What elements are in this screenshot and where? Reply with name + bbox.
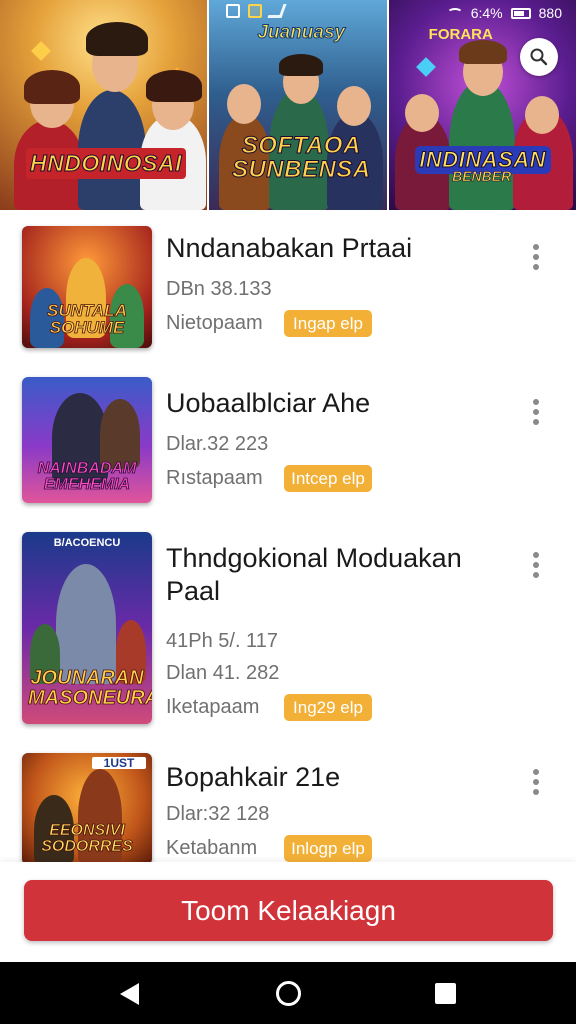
status-bar: 6:4% 880	[386, 0, 576, 26]
thumbnail-title: NAINBADAM ЕМЕНЕМІА	[37, 460, 137, 493]
game-meta: Dlar:32 128	[166, 803, 270, 825]
game-title[interactable]: Thndgokional Moduakan Paal	[166, 542, 506, 608]
home-icon[interactable]	[276, 981, 301, 1006]
character-figure	[100, 399, 140, 469]
system-navigation-bar	[0, 962, 576, 1024]
signal-icon	[267, 4, 287, 18]
list-item[interactable]: NAINBADAM ЕМЕНЕМІА Uobaalblciar Ahe Dlar…	[0, 365, 576, 515]
more-options-icon[interactable]	[531, 769, 541, 795]
thumbnail-top-label: B/ACOENCU	[53, 537, 121, 549]
status-time: 6:4%	[470, 5, 503, 21]
search-icon	[530, 48, 548, 66]
banner-panel-3[interactable]: FORARA INDINASAN BENBER	[388, 0, 576, 210]
status-battery: 880	[538, 5, 562, 21]
game-meta-secondary: Dlan 41. 282	[166, 662, 280, 684]
character-figure	[56, 564, 116, 684]
character-hair	[458, 40, 507, 64]
character-hair	[24, 70, 80, 104]
thumbnail-title: EEONSIVI SODORRES	[41, 822, 133, 855]
game-category: Rıstapaam	[166, 467, 263, 489]
character-head	[524, 96, 559, 134]
game-meta: DBn 38.133	[166, 278, 272, 300]
game-category: Ketabanm	[166, 837, 258, 859]
bottom-action-bar: Toom Kelaakiagn	[0, 862, 576, 962]
hero-banner[interactable]: HNDOINOSAI Juanuasy SOFTAOA SUNBENSA FOR…	[0, 0, 576, 210]
game-title[interactable]: Bopahkair 21e	[166, 761, 506, 794]
character-hair	[86, 22, 148, 56]
notification-icon	[226, 4, 240, 18]
status-badge[interactable]: Inlogp elp	[284, 835, 372, 862]
banner-title: SOFTAOA SUNBENSA	[231, 132, 371, 183]
game-category: Nietopaam	[166, 312, 263, 334]
list-item[interactable]: 1UST EEONSIVI SODORRES Bopahkair 21e Dla…	[0, 745, 576, 862]
status-badge[interactable]: Ingap elp	[284, 310, 372, 337]
sparkle-decoration	[31, 41, 51, 61]
game-thumbnail[interactable]: SUNTALA SOHUME	[22, 226, 152, 348]
banner-panel-2[interactable]: Juanuasy SOFTAOA SUNBENSA	[209, 0, 387, 210]
sparkle-decoration	[415, 57, 436, 77]
notification-icon	[248, 4, 262, 18]
game-meta: 41Ph 5/. 117	[166, 630, 278, 652]
character-hair	[146, 70, 202, 102]
list-item[interactable]: B/ACOENCU JOUNARAN MASONEURA Thndgokiona…	[0, 520, 576, 740]
character-hair	[279, 54, 324, 76]
back-icon[interactable]	[120, 983, 139, 1005]
recent-apps-icon[interactable]	[435, 983, 456, 1004]
game-thumbnail[interactable]: NAINBADAM ЕМЕНЕМІА	[22, 377, 152, 503]
thumbnail-top-label: 1UST	[92, 757, 146, 769]
more-options-icon[interactable]	[531, 552, 541, 578]
banner-subtitle: BENBER	[452, 168, 512, 185]
primary-action-button[interactable]: Toom Kelaakiagn	[24, 880, 553, 941]
game-list[interactable]: SUNTALA SOHUME Nndanabakan Prtaai DBn 38…	[0, 210, 576, 862]
banner-title: HNDOINOSAI	[26, 148, 186, 179]
game-thumbnail[interactable]: 1UST EEONSIVI SODORRES	[22, 753, 152, 862]
wifi-icon	[446, 8, 463, 18]
battery-icon	[510, 7, 531, 19]
status-badge[interactable]: Ing29 elp	[284, 694, 372, 721]
banner-top-label: Juanuasy	[257, 22, 346, 44]
game-thumbnail[interactable]: B/ACOENCU JOUNARAN MASONEURA	[22, 532, 152, 724]
character-head	[404, 94, 439, 132]
game-title[interactable]: Uobaalblciar Ahe	[166, 387, 506, 420]
search-button[interactable]	[520, 38, 558, 76]
list-item[interactable]: SUNTALA SOHUME Nndanabakan Prtaai DBn 38…	[0, 210, 576, 360]
game-title[interactable]: Nndanabakan Prtaai	[166, 232, 506, 265]
more-options-icon[interactable]	[531, 244, 541, 270]
more-options-icon[interactable]	[531, 399, 541, 425]
thumbnail-title: JOUNARAN MASONEURA	[28, 667, 152, 709]
thumbnail-title: SUNTALA SOHUME	[47, 301, 128, 337]
banner-panel-1[interactable]: HNDOINOSAI	[0, 0, 208, 210]
game-category: Iketapaam	[166, 696, 260, 718]
game-meta: Dlar.32 223	[166, 433, 269, 455]
status-notifications	[226, 4, 287, 18]
status-badge[interactable]: Intcep elp	[284, 465, 372, 492]
character-figure	[448, 80, 515, 210]
